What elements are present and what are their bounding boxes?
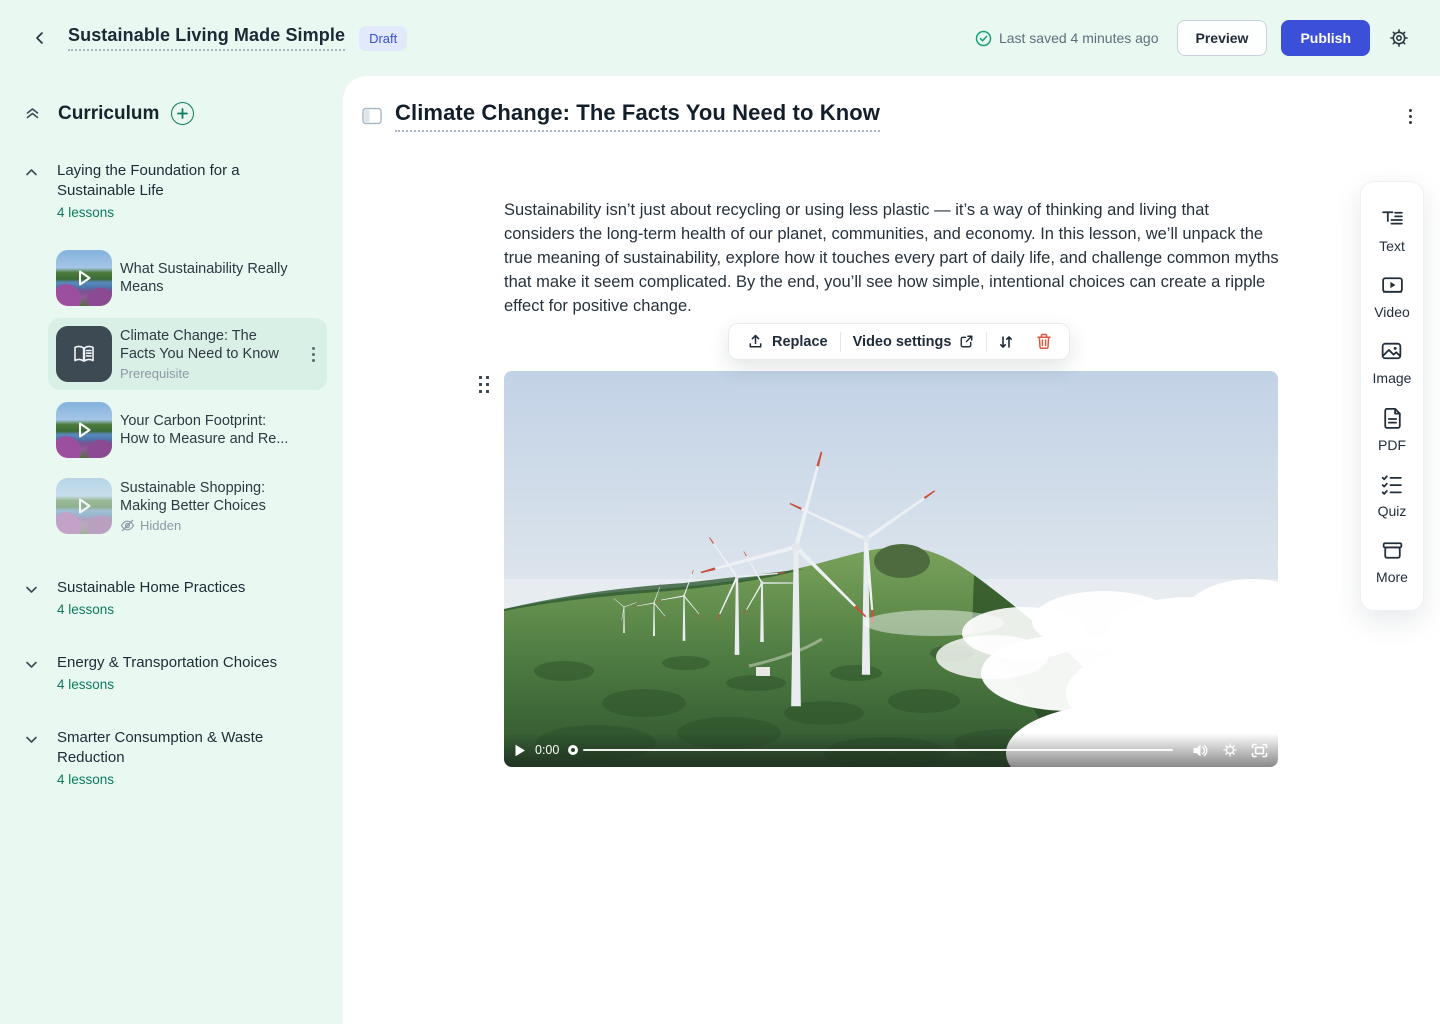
status-badge: Draft	[359, 26, 407, 51]
insert-block-toolbar: Text Video Image PDF Quiz More	[1360, 181, 1424, 611]
lesson-title: Your Carbon Footprint: How to Measure an…	[120, 412, 292, 448]
chevron-left-icon	[32, 30, 48, 46]
curriculum-title: Curriculum	[58, 103, 159, 125]
video-player[interactable]: 0:00	[504, 371, 1278, 767]
lesson-row-what-sustainability[interactable]: What Sustainability Really Means	[48, 242, 327, 314]
text-icon	[1380, 207, 1405, 232]
lesson-list: What Sustainability Really Means Climate…	[0, 242, 343, 542]
video-controls-bar: 0:00	[504, 733, 1278, 767]
curriculum-section[interactable]: Laying the Foundation for a Sustainable …	[24, 161, 319, 220]
video-settings-button[interactable]: Video settings	[841, 324, 987, 359]
volume-button[interactable]	[1192, 743, 1209, 758]
publish-button[interactable]: Publish	[1281, 20, 1370, 56]
video-thumbnail	[56, 250, 112, 306]
lesson-hidden-status: Hidden	[120, 518, 292, 533]
insert-pdf-button[interactable]: PDF	[1378, 406, 1406, 453]
check-circle-icon	[975, 30, 992, 47]
panel-left-icon[interactable]	[362, 107, 382, 125]
insert-video-button[interactable]: Video	[1374, 273, 1410, 320]
video-thumbnail-hidden	[56, 478, 112, 534]
play-icon	[56, 402, 112, 458]
insert-text-button[interactable]: Text	[1379, 207, 1405, 254]
section-title: Laying the Foundation for a Sustainable …	[57, 161, 283, 201]
lesson-paragraph[interactable]: Sustainability isn’t just about recyclin…	[504, 198, 1279, 318]
more-blocks-icon	[1380, 538, 1405, 563]
open-book-icon	[71, 341, 97, 367]
video-block-toolbar: Replace Video settings	[728, 323, 1070, 360]
preview-button[interactable]: Preview	[1177, 20, 1268, 56]
lesson-subtitle: Prerequisite	[120, 366, 292, 381]
insert-image-button[interactable]: Image	[1373, 339, 1412, 386]
curriculum-section[interactable]: Smarter Consumption & Waste Reduction 4 …	[24, 728, 319, 787]
settings-button[interactable]	[1384, 23, 1414, 53]
trash-icon	[1036, 333, 1052, 350]
gear-icon	[1388, 27, 1410, 49]
chevron-up-icon[interactable]	[24, 165, 40, 220]
insert-more-button[interactable]: More	[1376, 538, 1408, 585]
lesson-title: Climate Change: The Facts You Need to Kn…	[120, 327, 292, 363]
collapse-all-icon[interactable]	[24, 105, 41, 122]
plus-icon	[177, 108, 188, 119]
progress-track[interactable]	[583, 749, 1173, 752]
curriculum-section[interactable]: Sustainable Home Practices 4 lessons	[24, 578, 319, 617]
lesson-page-menu-button[interactable]	[1405, 105, 1416, 128]
curriculum-sidebar: Curriculum Laying the Foundation for a S…	[0, 76, 343, 1024]
lesson-row-sustainable-shopping[interactable]: Sustainable Shopping: Making Better Choi…	[48, 470, 327, 542]
arrows-up-down-icon	[998, 334, 1014, 350]
chevron-down-icon[interactable]	[24, 732, 40, 787]
section-lesson-count: 4 lessons	[57, 677, 283, 692]
insert-quiz-button[interactable]: Quiz	[1378, 472, 1407, 519]
lesson-title: What Sustainability Really Means	[120, 260, 292, 296]
play-button[interactable]	[514, 744, 526, 757]
lesson-menu-button[interactable]	[308, 343, 319, 366]
section-lesson-count: 4 lessons	[57, 602, 283, 617]
course-title[interactable]: Sustainable Living Made Simple	[68, 25, 345, 51]
pdf-icon	[1380, 406, 1405, 431]
external-link-icon	[959, 334, 974, 349]
current-time: 0:00	[535, 743, 559, 757]
lesson-row-climate-change[interactable]: Climate Change: The Facts You Need to Kn…	[48, 318, 327, 390]
chevron-down-icon[interactable]	[24, 657, 40, 692]
upload-icon	[747, 333, 764, 350]
app-header: Sustainable Living Made Simple Draft Las…	[0, 0, 1440, 76]
lesson-row-carbon-footprint[interactable]: Your Carbon Footprint: How to Measure an…	[48, 394, 327, 466]
add-section-button[interactable]	[171, 102, 194, 125]
block-drag-handle[interactable]	[479, 376, 489, 393]
lesson-editor-canvas: Climate Change: The Facts You Need to Kn…	[343, 76, 1440, 1024]
image-icon	[1379, 339, 1404, 364]
section-lesson-count: 4 lessons	[57, 772, 283, 787]
eye-off-icon	[120, 518, 135, 533]
back-button[interactable]	[26, 24, 54, 52]
player-settings-button[interactable]	[1222, 742, 1238, 758]
lesson-title: Sustainable Shopping: Making Better Choi…	[120, 479, 292, 515]
section-title: Smarter Consumption & Waste Reduction	[57, 728, 283, 768]
last-saved-status: Last saved 4 minutes ago	[975, 30, 1159, 47]
section-title: Sustainable Home Practices	[57, 578, 283, 598]
lesson-page-title[interactable]: Climate Change: The Facts You Need to Kn…	[395, 100, 880, 132]
play-icon	[56, 478, 112, 534]
section-lesson-count: 4 lessons	[57, 205, 283, 220]
section-title: Energy & Transportation Choices	[57, 653, 283, 673]
quiz-icon	[1379, 472, 1404, 497]
video-frame-wind-turbines	[504, 371, 1278, 767]
replace-button[interactable]: Replace	[735, 324, 840, 359]
curriculum-section[interactable]: Energy & Transportation Choices 4 lesson…	[24, 653, 319, 692]
fullscreen-button[interactable]	[1251, 743, 1268, 758]
reading-lesson-icon-tile	[56, 326, 112, 382]
play-icon	[56, 250, 112, 306]
curriculum-header: Curriculum	[24, 102, 319, 125]
video-thumbnail	[56, 402, 112, 458]
last-saved-text: Last saved 4 minutes ago	[999, 30, 1159, 46]
scrubber-handle[interactable]	[568, 745, 578, 755]
video-icon	[1380, 273, 1405, 298]
delete-block-button[interactable]	[1025, 324, 1063, 359]
reorder-block-button[interactable]	[987, 324, 1025, 359]
chevron-down-icon[interactable]	[24, 582, 40, 617]
